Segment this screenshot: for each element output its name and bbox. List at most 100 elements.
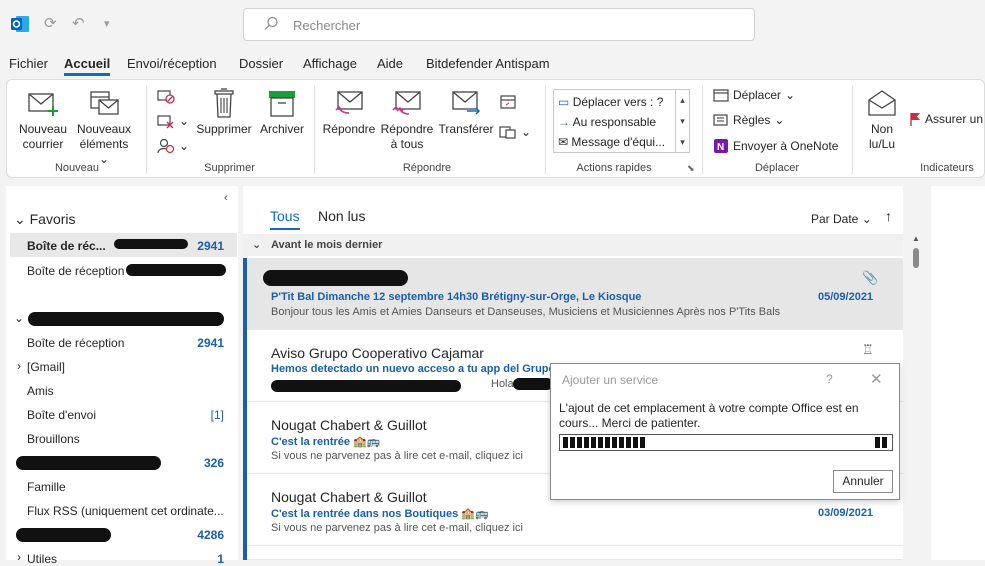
move-button[interactable]: Déplacer ⌄ [713, 88, 795, 102]
move-folder-icon: ▭ [558, 95, 570, 109]
favorites-header[interactable]: ⌄ Favoris [14, 211, 76, 228]
chevron-down-icon: ⌄ [252, 239, 262, 251]
account-header[interactable]: ⌄ [14, 311, 24, 325]
menu-aide[interactable]: Aide [377, 56, 403, 71]
menu-bitdefender[interactable]: Bitdefender Antispam [426, 56, 550, 71]
unread-read-button[interactable]: Non lu/Lu [861, 88, 903, 152]
dialog-launcher-icon[interactable]: ⬊ [687, 163, 695, 174]
folder-amis[interactable]: Amis [27, 384, 54, 398]
mail-date: 03/09/2021 [818, 507, 874, 519]
archive-button[interactable]: Archiver [256, 88, 308, 137]
folder-inbox-favorite-2[interactable]: Boîte de réception [27, 264, 124, 278]
mail-item[interactable] [243, 546, 903, 560]
tab-unread[interactable]: Non lus [318, 208, 365, 224]
mail-item[interactable]: P'Tit Bal Dimanche 12 septembre 14h30 Br… [243, 258, 903, 330]
archive-icon [269, 91, 295, 117]
junk-button[interactable]: ⌄ [157, 138, 189, 154]
more-icon[interactable]: ▾ [675, 132, 689, 153]
chevron-right-icon[interactable]: › [17, 550, 21, 564]
rules-button[interactable]: Règles ⌄ [713, 113, 784, 127]
menu-dossier[interactable]: Dossier [239, 56, 283, 71]
scrollbar[interactable]: ▲ [906, 232, 926, 560]
progress-segment [640, 437, 645, 448]
folder-inbox[interactable]: Boîte de réception [27, 336, 124, 350]
mail-date: 05/09/2021 [818, 291, 874, 303]
forward-button[interactable]: Transférer [437, 88, 495, 137]
scroll-down-icon[interactable]: ▾ [675, 111, 689, 132]
new-mail-label-2: courrier [22, 137, 64, 151]
chevron-down-icon: ⌄ [521, 125, 532, 139]
new-mail-button[interactable]: Nouveau courrier [17, 88, 69, 152]
menu-envoi-reception[interactable]: Envoi/réception [127, 56, 217, 71]
scroll-thumb[interactable] [913, 248, 919, 268]
folder-drafts[interactable]: Brouillons [27, 432, 80, 446]
mail-subject-text: C'est la rentrée dans nos Boutiques [271, 508, 459, 520]
redaction-mark [126, 264, 226, 276]
quick-step-manager[interactable]: → Au responsable [558, 115, 656, 129]
sync-icon[interactable]: ⟳ [44, 14, 57, 32]
unread-label-1: Non [870, 122, 893, 136]
onenote-button[interactable]: N Envoyer à OneNote [713, 138, 838, 154]
sort-button[interactable]: Par Date ⌄ [811, 212, 872, 226]
reply-button[interactable]: Répondre [321, 88, 377, 137]
quick-step-team[interactable]: ✉ Message d'équi... [558, 135, 665, 149]
search-input[interactable]: Rechercher [243, 8, 755, 41]
new-items-button[interactable]: Nouveaux éléments ⌄ [74, 88, 134, 167]
quick-step-move[interactable]: ▭ Déplacer vers : ? [558, 95, 663, 109]
folder-inbox-favorite[interactable]: Boîte de réc... [27, 239, 106, 253]
reply-all-button[interactable]: Répondre à tous [379, 88, 435, 152]
redaction-mark [263, 270, 408, 286]
folder-rss[interactable]: Flux RSS (uniquement cet ordinate... [27, 504, 224, 518]
mail-subject: C'est la rentrée dans nos Boutiques 🏫🚌 [271, 507, 489, 520]
unread-indicator [243, 546, 247, 560]
progress-segment [598, 437, 603, 448]
group-header[interactable]: ⌄ Avant le mois dernier [243, 234, 903, 256]
customize-dropdown-icon[interactable]: ▾ [104, 17, 110, 30]
mail-preview: Bonjour tous les Amis et Amies Danseurs … [271, 306, 781, 318]
scroll-up-icon[interactable]: ▲ [912, 234, 920, 243]
clean-up-button[interactable]: ⌄ [157, 113, 189, 129]
mail-sender: Aviso Grupo Cooperativo Cajamar [271, 345, 484, 361]
meeting-icon [500, 95, 516, 109]
meeting-button[interactable] [499, 94, 517, 110]
dialog-message: L'ajout de cet emplacement à votre compt… [559, 401, 859, 430]
chevron-right-icon[interactable]: › [17, 359, 21, 373]
progress-segment [633, 437, 638, 448]
reply-icon [335, 91, 363, 114]
folder-famille[interactable]: Famille [27, 480, 66, 494]
quick-step-team-label: Message d'équi... [571, 135, 666, 149]
delete-button[interactable]: Supprimer [195, 88, 253, 137]
scroll-up-icon[interactable]: ▴ [675, 90, 689, 111]
follow-up-button[interactable]: Assurer un [909, 112, 983, 126]
close-icon[interactable]: ✕ [870, 370, 883, 388]
mail-subject: Hemos detectado un nuevo acceso a tu app… [271, 363, 556, 375]
ignore-icon [157, 90, 175, 104]
move-label: Déplacer [733, 88, 782, 102]
collapse-pane-icon[interactable]: ‹ [224, 192, 228, 204]
folder-gmail[interactable]: [Gmail] [27, 360, 65, 374]
reply-all-label-2: à tous [390, 137, 424, 151]
bus-emoji-icon: 🚌 [474, 508, 489, 520]
sort-direction-icon[interactable]: ↑ [885, 208, 892, 224]
undo-icon[interactable]: ↶ [72, 14, 85, 32]
title-bar: ⟳ ↶ ▾ Rechercher [0, 0, 985, 50]
ignore-button[interactable] [157, 88, 175, 104]
reply-all-icon [392, 91, 421, 115]
folder-outbox[interactable]: Boîte d'envoi [27, 408, 96, 422]
chevron-down-icon: ⌄ [179, 139, 190, 153]
group-label-repondre: Répondre [402, 162, 452, 174]
favorites-label: Favoris [29, 211, 76, 227]
menu-fichier[interactable]: Fichier [9, 56, 48, 71]
more-respond-button[interactable]: ⌄ [499, 124, 531, 140]
svg-text:N: N [717, 142, 724, 153]
folder-utiles[interactable]: Utiles [27, 552, 57, 566]
menu-accueil[interactable]: Accueil [64, 56, 111, 76]
junk-icon [157, 138, 175, 154]
menu-affichage[interactable]: Affichage [303, 56, 357, 71]
redaction-mark [16, 528, 111, 542]
tab-all[interactable]: Tous [270, 208, 300, 230]
help-icon[interactable]: ? [826, 372, 833, 386]
reply-all-label-1: Répondre [380, 122, 434, 136]
cancel-button[interactable]: Annuler [833, 470, 893, 493]
redaction-mark [271, 380, 461, 392]
